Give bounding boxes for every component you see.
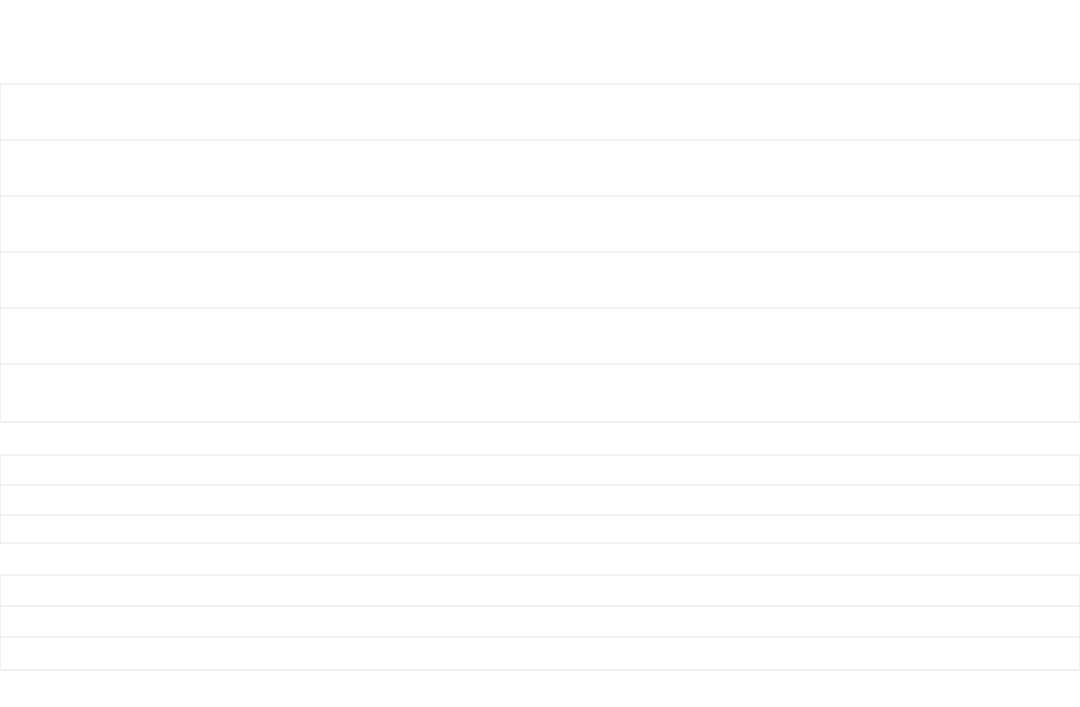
- chart-canvas: [0, 83, 1080, 671]
- macd-panel: [0, 574, 1080, 671]
- price-panel: [0, 83, 1080, 423]
- volume-panel: [0, 454, 1080, 544]
- kline-chart-page: [0, 0, 1080, 702]
